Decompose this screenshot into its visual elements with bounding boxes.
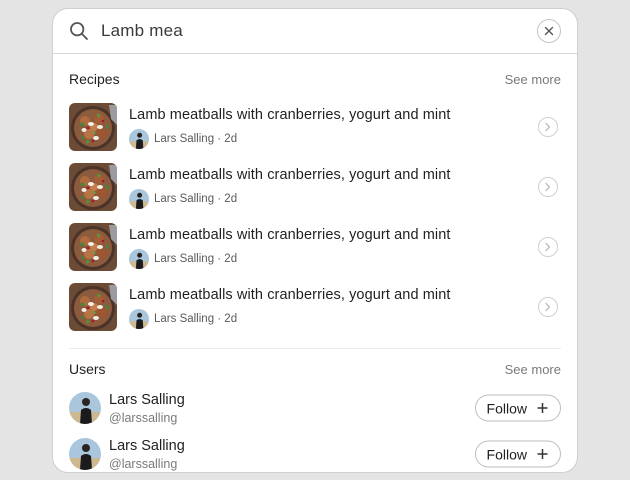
recipes-section-header: Recipes See more <box>53 71 577 87</box>
chevron-right-icon <box>545 242 551 252</box>
recipe-meta: Lars Salling · 2d <box>154 252 238 265</box>
recipe-meta: Lars Salling · 2d <box>154 132 238 145</box>
open-recipe-button[interactable] <box>538 297 558 317</box>
author-avatar <box>129 129 149 149</box>
follow-button[interactable]: Follow <box>474 394 561 422</box>
chevron-right-icon <box>545 302 551 312</box>
open-recipe-button[interactable] <box>538 237 558 257</box>
recipe-meta: Lars Salling · 2d <box>154 192 238 205</box>
open-recipe-button[interactable] <box>538 177 558 197</box>
recipe-title: Lamb meatballs with cranberries, yogurt … <box>129 226 451 243</box>
recipe-title: Lamb meatballs with cranberries, yogurt … <box>129 106 451 123</box>
recipes-section-title: Recipes <box>69 71 120 87</box>
recipe-title: Lamb meatballs with cranberries, yogurt … <box>129 286 451 303</box>
users-section-header: Users See more <box>53 361 577 377</box>
search-input[interactable] <box>101 21 537 41</box>
search-icon <box>69 20 91 42</box>
user-row[interactable]: Lars Salling @larssalling Follow <box>53 385 577 431</box>
plus-icon <box>537 403 548 414</box>
recipes-see-more-link[interactable]: See more <box>505 72 561 87</box>
avatar <box>69 438 101 470</box>
close-icon <box>544 26 554 36</box>
author-avatar <box>129 309 149 329</box>
recipe-thumbnail <box>69 103 117 151</box>
author-avatar <box>129 249 149 269</box>
recipe-list: Lamb meatballs with cranberries, yogurt … <box>53 97 577 337</box>
author-avatar <box>129 189 149 209</box>
follow-button[interactable]: Follow <box>474 440 561 468</box>
user-list: Lars Salling @larssalling Follow Lars Sa… <box>53 385 577 472</box>
recipe-meta: Lars Salling · 2d <box>154 312 238 325</box>
recipe-row[interactable]: Lamb meatballs with cranberries, yogurt … <box>53 97 577 157</box>
recipe-row[interactable]: Lamb meatballs with cranberries, yogurt … <box>53 157 577 217</box>
recipe-thumbnail <box>69 223 117 271</box>
users-section-title: Users <box>69 361 106 377</box>
chevron-right-icon <box>545 122 551 132</box>
user-row[interactable]: Lars Salling @larssalling Follow <box>53 431 577 472</box>
recipe-title: Lamb meatballs with cranberries, yogurt … <box>129 166 451 183</box>
search-bar <box>53 9 577 54</box>
section-divider <box>69 348 561 349</box>
avatar <box>69 392 101 424</box>
users-see-more-link[interactable]: See more <box>505 362 561 377</box>
chevron-right-icon <box>545 182 551 192</box>
recipe-thumbnail <box>69 283 117 331</box>
plus-icon <box>537 449 548 460</box>
recipe-row[interactable]: Lamb meatballs with cranberries, yogurt … <box>53 217 577 277</box>
recipe-thumbnail <box>69 163 117 211</box>
follow-label: Follow <box>486 446 527 462</box>
clear-search-button[interactable] <box>537 19 561 43</box>
open-recipe-button[interactable] <box>538 117 558 137</box>
search-panel: Recipes See more Lamb meatballs with cra… <box>52 8 578 473</box>
recipe-row[interactable]: Lamb meatballs with cranberries, yogurt … <box>53 277 577 337</box>
follow-label: Follow <box>486 400 527 416</box>
